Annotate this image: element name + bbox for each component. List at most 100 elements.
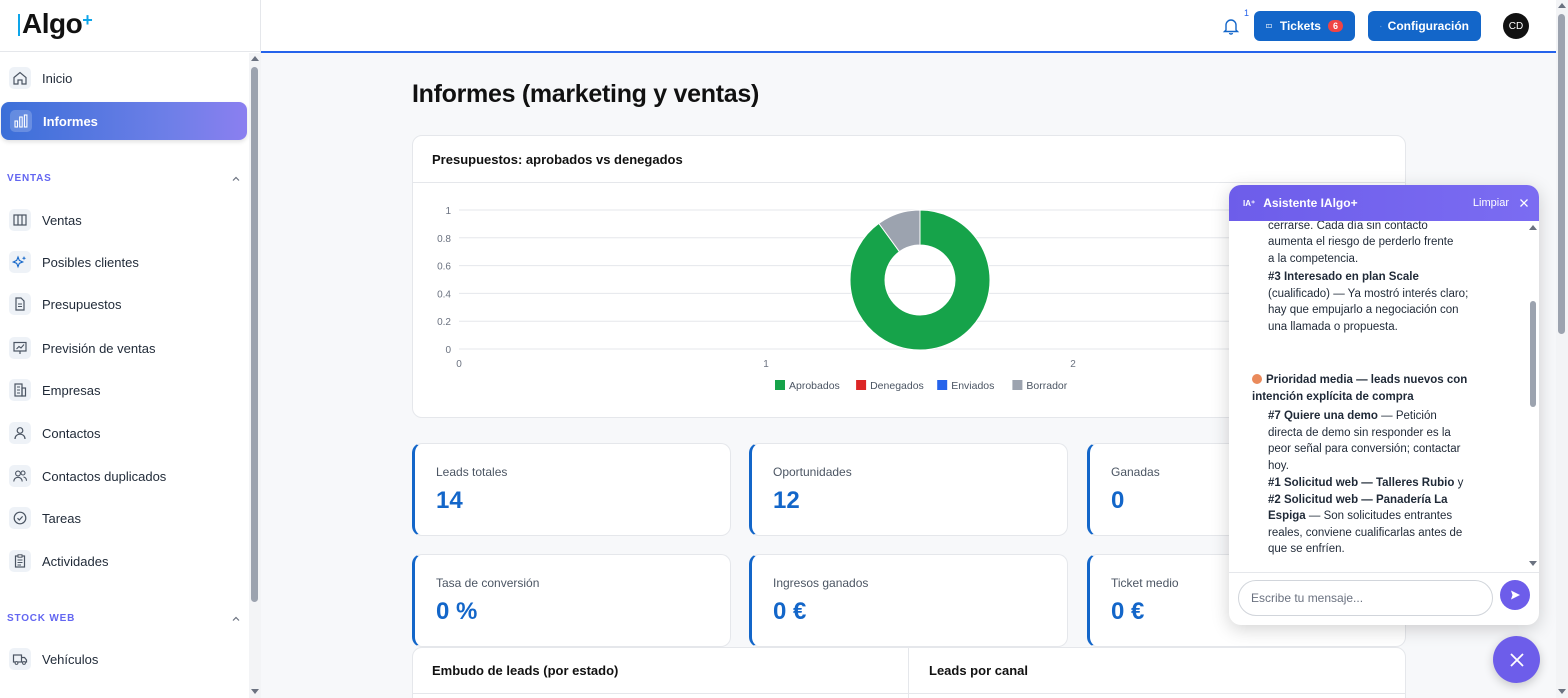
ia-logo-icon: IA⁺	[1243, 198, 1256, 208]
scroll-down-arrow-icon[interactable]	[1558, 689, 1566, 694]
y-tick-label: 0.6	[437, 262, 451, 273]
sidebar-item-prevision-ventas[interactable]: Previsión de ventas	[0, 329, 248, 367]
sidebar-item-contactos-duplicados[interactable]: Contactos duplicados	[0, 457, 248, 495]
kpi-label: Ganadas	[1111, 465, 1160, 479]
building-icon	[9, 379, 31, 401]
chat-item-title: #7 Quiere una demo	[1268, 410, 1378, 422]
home-icon	[9, 67, 31, 89]
y-tick-label: 1	[445, 206, 451, 217]
y-axis-ticks: 1 0.8 0.6 0.4 0.2 0	[437, 206, 451, 356]
chevron-up-icon	[232, 616, 240, 621]
legend-label: Borrador	[1026, 380, 1067, 392]
sidebar-item-label: Vehículos	[42, 651, 99, 667]
chat-messages: cerrarse. Cada día sin contacto aumenta …	[1229, 221, 1527, 571]
page-scrollbar[interactable]	[1556, 0, 1568, 698]
tickets-count-badge: 6	[1327, 20, 1343, 32]
chat-text-line: cerrarse. Cada día sin contacto	[1268, 221, 1428, 232]
x-tick-label: 2	[1070, 359, 1076, 370]
sidebar-item-tareas[interactable]: Tareas	[0, 499, 248, 537]
sidebar-item-label: Inicio	[42, 70, 73, 86]
scroll-up-arrow-icon[interactable]	[1529, 225, 1537, 230]
gear-icon	[1380, 25, 1382, 27]
sidebar-item-contactos[interactable]: Contactos	[0, 414, 248, 452]
section-stock-web[interactable]: STOCK WEB	[7, 613, 241, 624]
kpi-value: 12	[773, 487, 800, 514]
kpi-label: Ingresos ganados	[773, 576, 869, 590]
chat-priority-text: Prioridad media — leads nuevos con inten…	[1252, 374, 1468, 403]
sidebar-scrollbar[interactable]	[249, 53, 261, 698]
chat-item-title: #1 Solicitud web — Talleres Rubio	[1268, 477, 1455, 489]
funnel-card: Embudo de leads (por estado)	[412, 647, 909, 698]
chat-scrollbar[interactable]	[1527, 221, 1539, 571]
chart-legend: Aprobados Denegados Enviados Borrador	[775, 380, 1068, 392]
y-tick-label: 0	[445, 345, 451, 356]
page-scroll-thumb[interactable]	[1558, 14, 1565, 334]
kpi-value: 0	[1111, 487, 1125, 514]
sparkles-icon	[9, 251, 31, 273]
configuracion-button[interactable]: Configuración	[1368, 11, 1481, 41]
chat-toggle-button[interactable]	[1493, 636, 1540, 683]
sidebar-item-informes[interactable]: Informes	[1, 102, 247, 140]
legend-label: Aprobados	[789, 380, 840, 392]
send-button[interactable]	[1500, 580, 1530, 610]
sidebar-item-label: Informes	[43, 113, 98, 129]
sidebar-item-presupuestos[interactable]: Presupuestos	[0, 285, 248, 323]
kpi-label: Ticket medio	[1111, 576, 1179, 590]
sidebar-item-vehiculos[interactable]: Vehículos	[0, 640, 248, 678]
sidebar-item-ventas[interactable]: Ventas	[0, 201, 248, 239]
clipboard-icon	[9, 550, 31, 572]
logo[interactable]: Algo +	[0, 0, 260, 52]
chat-item-text: (cualificado) — Ya mostró interés claro;…	[1268, 287, 1469, 333]
chat-text-line: a la competencia.	[1268, 253, 1359, 265]
channel-card-title: Leads por canal	[929, 663, 1028, 678]
clear-chat-button[interactable]: Limpiar	[1473, 197, 1509, 209]
sidebar-item-actividades[interactable]: Actividades	[0, 542, 248, 580]
chat-message-input[interactable]: Escribe tu mensaje...	[1238, 580, 1493, 616]
chat-message-item: #7 Quiere una demo — Petición directa de…	[1268, 408, 1472, 474]
kpi-label: Leads totales	[436, 465, 508, 479]
sidebar-item-label: Actividades	[42, 553, 109, 569]
close-icon[interactable]	[1519, 198, 1529, 208]
kpi-label: Oportunidades	[773, 465, 852, 479]
legend-swatch	[856, 380, 867, 390]
kpi-value: 0 %	[436, 598, 478, 625]
y-tick-label: 0.4	[437, 289, 451, 300]
avatar[interactable]: CD	[1503, 13, 1529, 39]
chat-scroll-thumb[interactable]	[1530, 301, 1536, 407]
card-divider	[413, 693, 908, 694]
scroll-down-arrow-icon[interactable]	[1529, 561, 1537, 566]
tickets-button[interactable]: Tickets 6	[1254, 11, 1355, 41]
tickets-label: Tickets	[1279, 19, 1321, 33]
scroll-down-arrow-icon[interactable]	[251, 689, 259, 694]
document-icon	[9, 293, 31, 315]
chat-divider	[1229, 572, 1539, 573]
chat-message-item: #3 Interesado en plan Scale (cualificado…	[1268, 269, 1472, 335]
x-tick-label: 1	[763, 359, 769, 370]
kpi-card-ingresos-ganados: Ingresos ganados 0 €	[749, 554, 1068, 647]
y-tick-label: 0.2	[437, 317, 451, 328]
sidebar-item-inicio[interactable]: Inicio	[0, 59, 248, 97]
chat-text-line: aumenta el riesgo de perderlo frente	[1268, 236, 1454, 248]
x-axis-ticks: 0 1 2	[456, 359, 1076, 370]
bar-chart-icon	[10, 110, 32, 132]
notification-count: 1	[1244, 8, 1250, 18]
sidebar-item-label: Tareas	[42, 510, 82, 526]
sidebar-item-label: Posibles clientes	[42, 254, 139, 270]
scroll-thumb[interactable]	[251, 67, 258, 602]
ticket-icon	[1266, 24, 1272, 28]
kpi-card-oportunidades: Oportunidades 12	[749, 443, 1068, 536]
kpi-card-leads-totales: Leads totales 14	[412, 443, 731, 536]
chat-priority-heading: Prioridad media — leads nuevos con inten…	[1252, 372, 1472, 405]
sidebar-item-posibles-clientes[interactable]: Posibles clientes	[0, 243, 248, 281]
chat-message-item: #1 Solicitud web — Talleres Rubio y #2 S…	[1268, 475, 1472, 558]
section-ventas[interactable]: VENTAS	[7, 173, 241, 184]
scroll-up-arrow-icon[interactable]	[251, 56, 259, 61]
send-icon	[1511, 590, 1520, 600]
sidebar-item-empresas[interactable]: Empresas	[0, 371, 248, 409]
bell-icon[interactable]	[1221, 16, 1241, 41]
scroll-up-arrow-icon[interactable]	[1558, 3, 1566, 8]
sidebar-item-label: Presupuestos	[42, 296, 122, 312]
legend-label: Enviados	[951, 380, 994, 392]
user-icon	[9, 422, 31, 444]
presentation-chart-icon	[9, 337, 31, 359]
